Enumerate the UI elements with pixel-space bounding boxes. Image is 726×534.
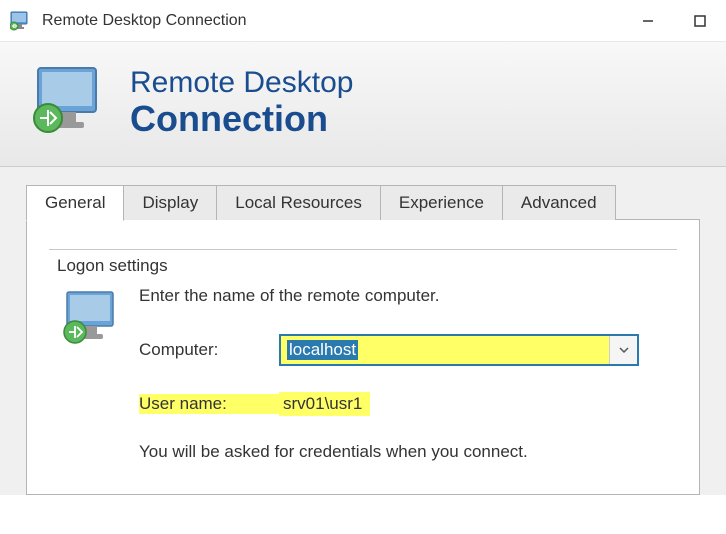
tab-general[interactable]: General xyxy=(26,185,124,221)
computer-field-row: Computer: localhost xyxy=(139,334,665,366)
instruction-text: Enter the name of the remote computer. xyxy=(139,286,665,306)
computer-input[interactable]: localhost xyxy=(281,336,609,364)
username-field-row: User name: srv01\usr1 xyxy=(139,392,665,416)
tab-experience[interactable]: Experience xyxy=(380,185,503,220)
window-controls xyxy=(622,0,726,41)
computer-label: Computer: xyxy=(139,340,279,360)
chevron-down-icon[interactable] xyxy=(609,336,637,364)
header-title-line1: Remote Desktop xyxy=(130,66,353,99)
logon-settings-group: Logon settings Enter the name of the rem… xyxy=(49,240,677,474)
maximize-button[interactable] xyxy=(674,0,726,41)
tab-strip: General Display Local Resources Experien… xyxy=(26,185,700,220)
tab-advanced[interactable]: Advanced xyxy=(502,185,616,220)
tab-display[interactable]: Display xyxy=(123,185,217,220)
username-label: User name: xyxy=(139,394,279,414)
header-title-line2: Connection xyxy=(130,99,353,139)
tabs-container: General Display Local Resources Experien… xyxy=(0,167,726,495)
username-value: srv01\usr1 xyxy=(279,392,370,416)
computer-combobox[interactable]: localhost xyxy=(279,334,639,366)
window-title: Remote Desktop Connection xyxy=(42,12,622,30)
computer-icon xyxy=(61,286,125,350)
app-icon xyxy=(8,9,32,33)
minimize-button[interactable] xyxy=(622,0,674,41)
titlebar: Remote Desktop Connection xyxy=(0,0,726,42)
tab-local-resources[interactable]: Local Resources xyxy=(216,185,381,220)
logon-settings-legend: Logon settings xyxy=(57,256,174,276)
rdc-logo-icon xyxy=(28,60,112,144)
credentials-note: You will be asked for credentials when y… xyxy=(139,442,665,462)
tab-panel-general: Logon settings Enter the name of the rem… xyxy=(26,219,700,495)
header-banner: Remote Desktop Connection xyxy=(0,42,726,167)
header-text: Remote Desktop Connection xyxy=(130,66,353,139)
